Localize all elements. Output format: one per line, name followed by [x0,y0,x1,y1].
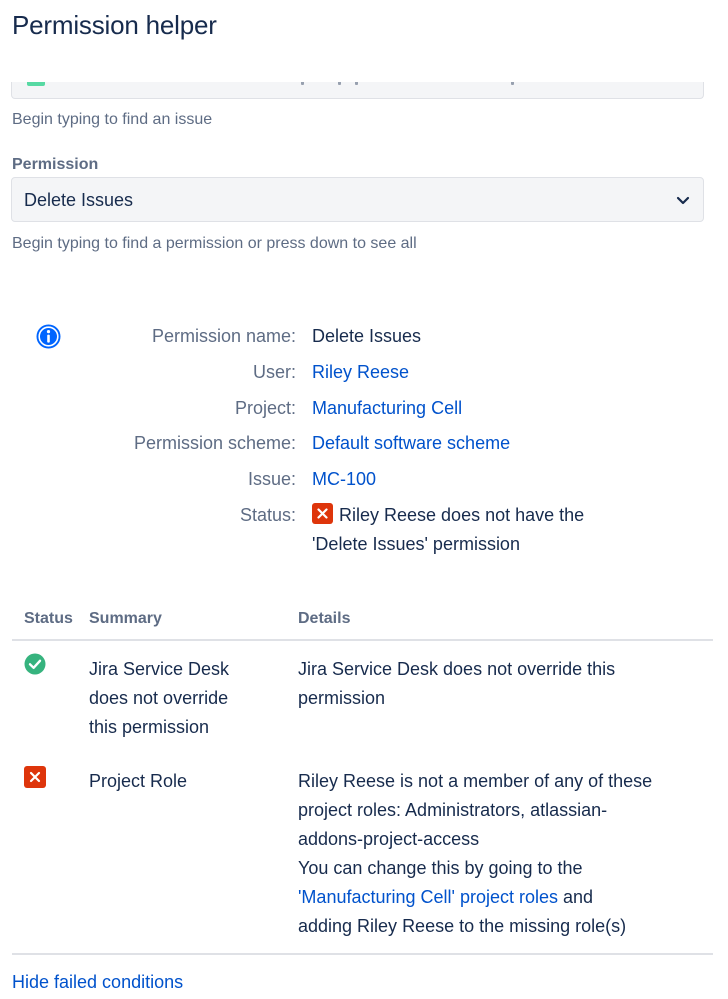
page-title: Permission helper [12,10,217,40]
info-icon [36,324,61,349]
permission-name-value: Delete Issues [312,326,422,346]
error-icon [24,766,46,788]
table-bottom-divider [12,953,713,955]
header-status: Status [24,610,73,627]
issue-type-icon [27,82,45,86]
project-roles-link[interactable]: 'Manufacturing Cell' project roles [298,887,558,907]
issue-hint: Begin typing to find an issue [12,111,213,128]
scheme-link[interactable]: Default software scheme [312,429,712,458]
permission-label: Permission [12,156,99,173]
permission-select[interactable]: Delete Issues [11,177,704,222]
permission-select-value: Delete Issues [24,190,134,210]
row-details: Riley Reese is not a member of any of th… [298,771,653,936]
table-header-divider [12,639,713,641]
permission-hint: Begin typing to find a permission or pre… [12,235,417,252]
header-summary: Summary [89,610,162,627]
issue-picker-value-clipped [48,82,568,86]
status-value: Riley Reese does not have the 'Delete Is… [312,501,712,559]
check-circle-icon [24,653,46,675]
chevron-down-icon [676,196,690,205]
header-details: Details [298,610,351,627]
status-text-line2: 'Delete Issues' permission [312,534,520,554]
issue-link[interactable]: MC-100 [312,465,712,494]
status-text-line1: Riley Reese does not have the [339,505,585,525]
row-summary: Jira Service Desk does not override this… [89,659,230,737]
row-details: Jira Service Desk does not override this… [298,659,616,708]
project-link[interactable]: Manufacturing Cell [312,394,712,423]
row-summary: Project Role [89,771,188,791]
issue-picker-input[interactable] [11,82,704,99]
hide-failed-conditions-link[interactable]: Hide failed conditions [12,972,183,993]
user-link[interactable]: Riley Reese [312,358,712,387]
error-icon [312,503,333,524]
